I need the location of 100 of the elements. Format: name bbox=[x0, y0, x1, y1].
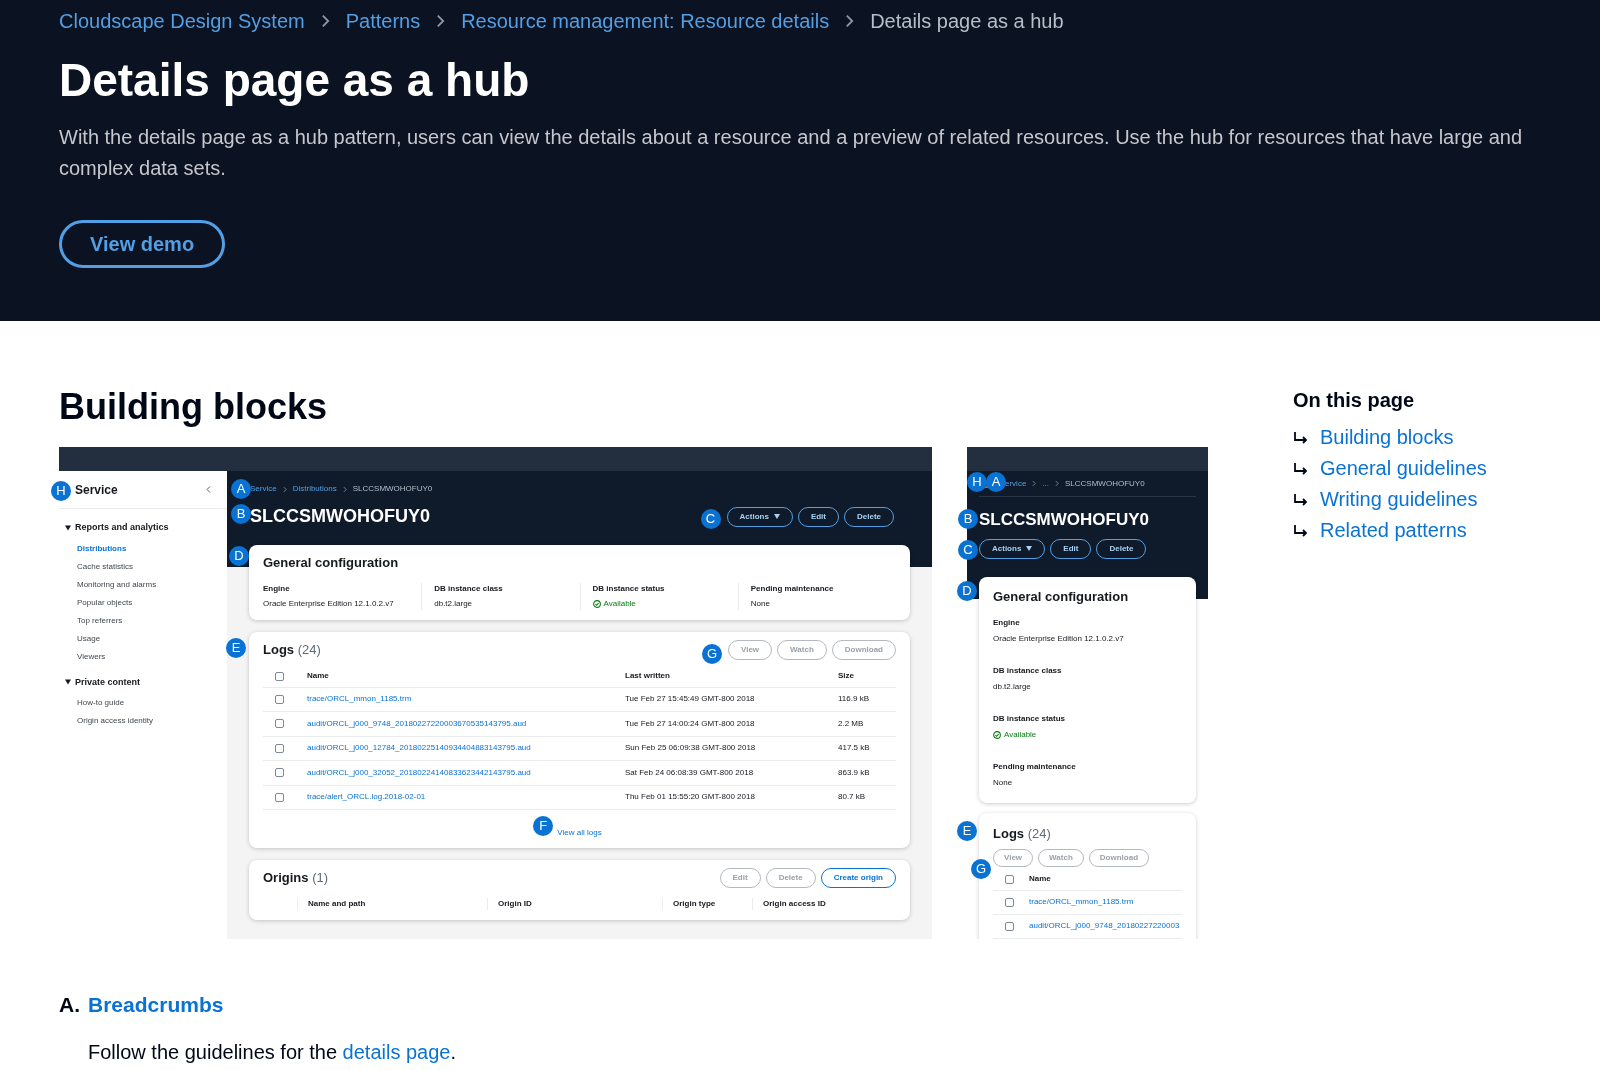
field-label: DB instance class bbox=[993, 664, 1063, 677]
toc-link[interactable]: General guidelines bbox=[1320, 456, 1487, 481]
caret-down-icon bbox=[773, 514, 780, 519]
nav-link[interactable]: Popular objects bbox=[77, 596, 133, 609]
toc-link[interactable]: Building blocks bbox=[1320, 425, 1454, 450]
breadcrumb-link[interactable]: Patterns bbox=[345, 6, 421, 36]
toc-title: On this page bbox=[1293, 388, 1416, 413]
chevron-right-icon bbox=[436, 13, 446, 29]
subsection-link[interactable]: Breadcrumbs bbox=[88, 989, 224, 1021]
field-label: DB instance status bbox=[993, 712, 1067, 725]
details-page-link[interactable]: details page bbox=[342, 1040, 451, 1063]
marker-badge: D bbox=[957, 581, 977, 601]
caret-down-icon[interactable] bbox=[65, 524, 71, 531]
column-header: Origin type bbox=[673, 899, 716, 908]
marker-badge: H bbox=[51, 481, 71, 501]
checkbox[interactable] bbox=[275, 694, 284, 704]
file-link[interactable]: audit/ORCL_j000_12784_20180225140934404883143795.aud bbox=[307, 742, 531, 755]
chevron-right-icon bbox=[1055, 480, 1059, 487]
card-title: Logs (24) bbox=[263, 640, 321, 659]
column-header: Last written bbox=[625, 670, 670, 682]
file-link[interactable]: audit/ORCL_j000_9748_20180227220003 bbox=[1029, 920, 1180, 932]
table-cell: Tue Feb 27 15:45:49 GMT-800 2018 bbox=[625, 693, 755, 706]
resource-title: SLCCSMWOHOFUY0 bbox=[979, 510, 1149, 529]
chevron-right-icon bbox=[342, 485, 347, 493]
card-title: Origins (1) bbox=[263, 869, 329, 888]
field-label: DB instance status bbox=[592, 582, 666, 595]
column-header: Origin ID bbox=[498, 899, 532, 908]
file-link[interactable]: audit/ORCL_j000_9748_20180227220003670535143795.aud bbox=[307, 717, 527, 730]
nav-link[interactable]: How-to guide bbox=[77, 697, 125, 709]
file-link[interactable]: trace/ORCL_mmon_1185.trm bbox=[1029, 896, 1134, 908]
file-link[interactable]: trace/alert_ORCL.log.2018-02-01 bbox=[307, 791, 426, 804]
nav-link[interactable]: Distributions bbox=[77, 542, 127, 555]
field-label: Pending maintenance bbox=[993, 760, 1077, 773]
table-cell: 2.2 MB bbox=[838, 717, 864, 730]
nav-link[interactable]: Usage bbox=[77, 632, 101, 645]
field-value: db.t2.large bbox=[993, 680, 1032, 693]
field-value: Oracle Enterprise Edition 12.1.0.2.v7 bbox=[993, 632, 1125, 645]
column-header: Size bbox=[838, 670, 854, 682]
checkbox[interactable] bbox=[275, 743, 284, 753]
checkbox[interactable] bbox=[275, 792, 284, 802]
breadcrumb-link[interactable]: Service bbox=[250, 483, 277, 495]
column-header: Name bbox=[1029, 873, 1051, 885]
nav-group-label[interactable]: Private content bbox=[75, 675, 141, 689]
marker-badge: H bbox=[967, 472, 987, 492]
breadcrumb-link[interactable]: Distributions bbox=[292, 483, 337, 495]
chevron-right-icon bbox=[845, 13, 855, 29]
breadcrumb-link[interactable]: Resource management: Resource details bbox=[461, 6, 830, 36]
field-label: Engine bbox=[263, 582, 291, 595]
table-cell: Tue Feb 27 14:00:24 GMT-800 2018 bbox=[625, 717, 755, 730]
field-value: None bbox=[993, 776, 1014, 789]
breadcrumb-link[interactable]: ervice bbox=[1005, 477, 1027, 490]
chevron-left-icon[interactable] bbox=[206, 485, 211, 494]
corner-arrow-icon bbox=[1293, 492, 1308, 507]
field-value: db.t2.large bbox=[434, 597, 474, 610]
nav-link[interactable]: Viewers bbox=[77, 650, 106, 663]
nav-link[interactable]: Top referrers bbox=[77, 614, 123, 627]
toc-link[interactable]: Related patterns bbox=[1320, 518, 1467, 543]
file-link[interactable]: trace/ORCL_mmon_1185.trm bbox=[307, 693, 412, 706]
checkbox[interactable] bbox=[275, 671, 284, 681]
nav-title: Service bbox=[75, 481, 118, 499]
caret-down-icon[interactable] bbox=[65, 679, 71, 686]
breadcrumb-link[interactable]: Cloudscape Design System bbox=[59, 6, 305, 36]
view-demo-button[interactable]: View demo bbox=[59, 220, 226, 268]
marker-badge: B bbox=[231, 504, 251, 524]
nav-link[interactable]: Origin access identity bbox=[77, 715, 154, 727]
subsection-letter: A. bbox=[59, 992, 80, 1018]
check-circle-icon bbox=[592, 599, 601, 608]
file-link[interactable]: audit/ORCL_j000_32052_20180224140833623442143795.aud bbox=[307, 766, 531, 779]
corner-arrow-icon bbox=[1293, 523, 1308, 538]
column-header: Origin access ID bbox=[763, 899, 826, 908]
field-label: Pending maintenance bbox=[750, 582, 835, 595]
marker-badge: F bbox=[533, 816, 554, 836]
toc-link[interactable]: Writing guidelines bbox=[1320, 487, 1478, 512]
column-header: Name bbox=[307, 670, 329, 682]
table-cell: 80.7 kB bbox=[838, 791, 866, 804]
marker-badge: A bbox=[231, 479, 251, 499]
button[interactable]: Create origin bbox=[820, 868, 896, 888]
nav-link[interactable]: Cache statistics bbox=[77, 560, 134, 573]
status-text: Available bbox=[993, 728, 1182, 741]
field-value: None bbox=[750, 597, 771, 610]
checkbox[interactable] bbox=[1005, 897, 1014, 907]
field-value: Oracle Enterprise Edition 12.1.0.2.v7 bbox=[263, 597, 395, 610]
chevron-right-icon bbox=[320, 13, 330, 29]
corner-arrow-icon bbox=[1293, 430, 1308, 445]
section-heading: Building blocks bbox=[59, 385, 328, 429]
view-all-link[interactable]: View all logs bbox=[557, 828, 602, 837]
field-label: DB instance class bbox=[434, 582, 504, 595]
nav-group-label[interactable]: Reports and analytics bbox=[75, 521, 169, 535]
checkbox[interactable] bbox=[1005, 921, 1014, 931]
checkbox[interactable] bbox=[275, 719, 284, 729]
caret-down-icon bbox=[1026, 546, 1033, 551]
table-cell: 417.5 kB bbox=[838, 742, 870, 755]
checkbox[interactable] bbox=[275, 768, 284, 778]
checkbox[interactable] bbox=[1005, 874, 1014, 884]
nav-link[interactable]: Monitoring and alarms bbox=[77, 578, 157, 591]
marker-badge: G bbox=[702, 643, 722, 664]
marker-badge: C bbox=[700, 508, 721, 529]
table-cell: 863.9 kB bbox=[838, 766, 870, 779]
chevron-right-icon bbox=[1032, 480, 1037, 487]
breadcrumb-link[interactable]: ... bbox=[1042, 477, 1049, 490]
